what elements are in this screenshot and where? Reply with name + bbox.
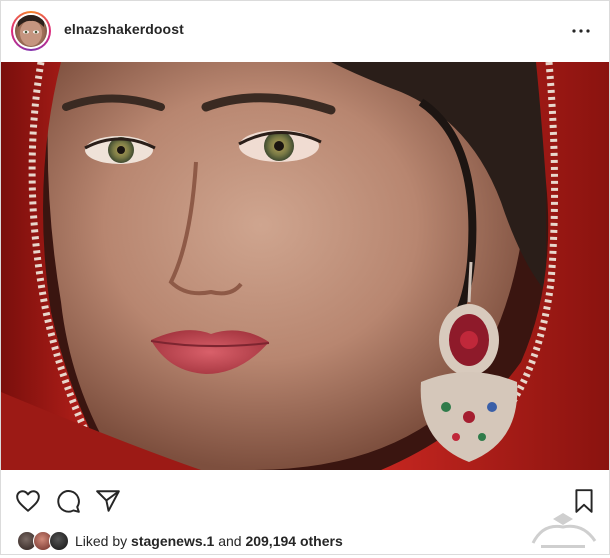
likes-count-link[interactable]: 209,194 others <box>245 533 342 549</box>
more-dots-icon <box>572 29 590 33</box>
instagram-post: elnazshakerdoost Liked by stagenews.1 an… <box>0 0 610 555</box>
avatar-image <box>15 15 47 47</box>
likes-row: Liked by stagenews.1 and 209,194 others <box>17 530 343 552</box>
watermark-logo <box>523 513 603 553</box>
liker-avatar[interactable] <box>49 531 69 551</box>
action-bar <box>1 471 609 529</box>
bookmark-icon <box>575 489 593 513</box>
likes-summary: Liked by stagenews.1 and 209,194 others <box>75 533 343 549</box>
comment-bubble-icon <box>57 490 80 513</box>
liked-by-prefix: Liked by <box>75 533 128 549</box>
more-options-button[interactable] <box>569 19 593 43</box>
likes-and: and <box>218 533 242 549</box>
username-link[interactable]: elnazshakerdoost <box>64 21 184 37</box>
heart-icon <box>16 490 40 512</box>
save-button[interactable] <box>571 488 597 514</box>
paper-plane-icon <box>96 490 120 512</box>
comment-button[interactable] <box>55 488 81 514</box>
post-photo[interactable] <box>1 62 609 470</box>
liker-username-link[interactable]: stagenews.1 <box>131 533 214 549</box>
share-button[interactable] <box>95 488 121 514</box>
like-button[interactable] <box>15 488 41 514</box>
post-header: elnazshakerdoost <box>1 1 609 61</box>
profile-avatar[interactable] <box>11 11 51 51</box>
liker-avatars <box>17 531 71 551</box>
